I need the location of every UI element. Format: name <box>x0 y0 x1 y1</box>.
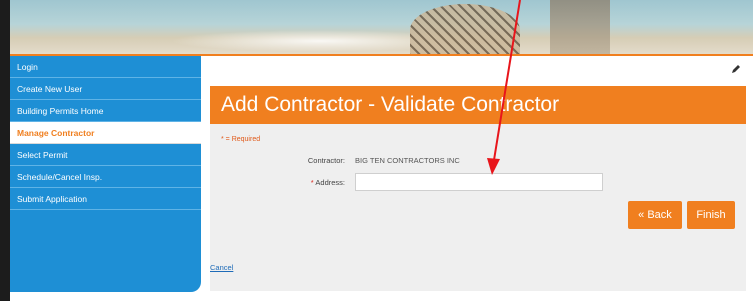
sidebar-item-select-permit[interactable]: Select Permit <box>10 144 201 166</box>
sidebar-item-schedule-cancel-insp[interactable]: Schedule/Cancel Insp. <box>10 166 201 188</box>
sidebar-nav: Login Create New User Building Permits H… <box>10 56 201 292</box>
banner-net <box>410 4 520 54</box>
contractor-value: BIG TEN CONTRACTORS INC <box>355 156 460 165</box>
bottom-edge <box>0 290 10 301</box>
left-edge-bar <box>0 0 10 301</box>
finish-button[interactable]: Finish <box>687 201 735 229</box>
main-content: Add Contractor - Validate Contractor * =… <box>201 56 753 301</box>
required-note: * = Required <box>221 136 261 143</box>
sidebar-item-login[interactable]: Login <box>10 56 201 78</box>
cancel-link[interactable]: Cancel <box>210 263 233 272</box>
back-button[interactable]: « Back <box>628 201 682 229</box>
banner-figure <box>550 0 610 54</box>
sidebar-item-create-new-user[interactable]: Create New User <box>10 78 201 100</box>
sidebar-item-manage-contractor[interactable]: Manage Contractor <box>10 122 201 144</box>
sidebar-item-submit-application[interactable]: Submit Application <box>10 188 201 210</box>
contractor-label: Contractor: <box>307 156 345 165</box>
pencil-icon-graphic <box>732 65 740 73</box>
address-input[interactable] <box>355 173 603 191</box>
header-banner-image <box>10 0 753 54</box>
address-label-row: * Address: <box>255 178 345 187</box>
page-title: Add Contractor - Validate Contractor <box>210 86 746 124</box>
pencil-icon[interactable] <box>731 64 741 77</box>
required-asterisk: * <box>310 178 314 187</box>
address-label: Address: <box>315 178 345 187</box>
validate-contractor-panel: Add Contractor - Validate Contractor * =… <box>210 86 746 291</box>
sidebar-item-building-permits-home[interactable]: Building Permits Home <box>10 100 201 122</box>
